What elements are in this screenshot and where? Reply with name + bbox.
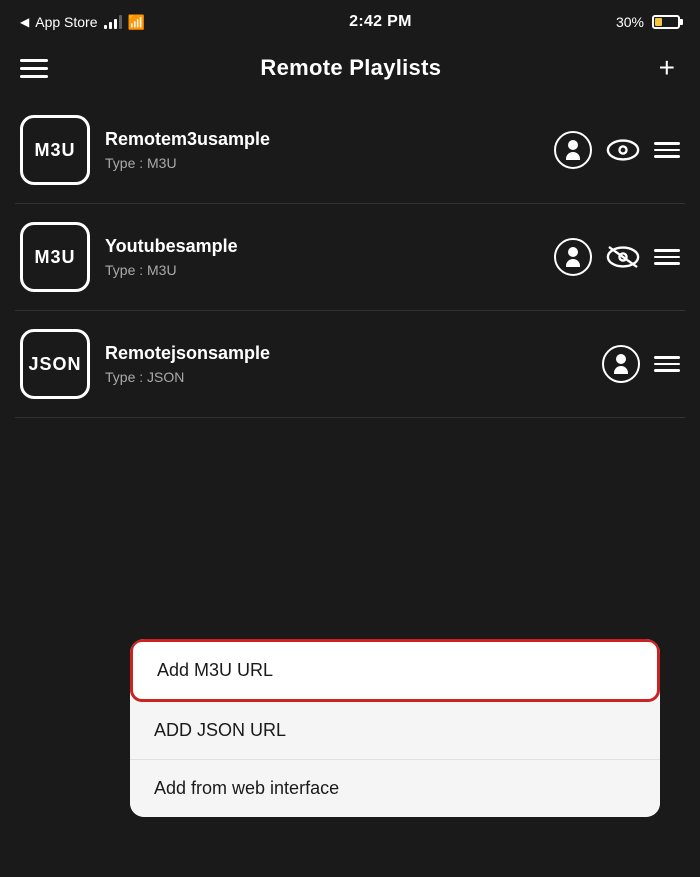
playlist-item: JSON Remotejsonsample Type : JSON (15, 311, 685, 418)
status-right: 30% (616, 14, 680, 30)
page-title: Remote Playlists (260, 55, 441, 81)
add-button[interactable]: + (654, 54, 680, 82)
playlist-name: Remotejsonsample (105, 343, 587, 364)
m3u-badge: M3U (20, 115, 90, 185)
drag-handle-icon[interactable] (654, 356, 680, 372)
battery-percent-label: 30% (616, 14, 644, 30)
playlist-item: M3U Youtubesample Type : M3U (15, 204, 685, 311)
status-bar: ◀ App Store 📶 2:42 PM 30% (0, 0, 700, 44)
person-figure (614, 354, 628, 374)
drag-handle-icon[interactable] (654, 249, 680, 265)
eye-slash-icon[interactable] (606, 245, 640, 269)
json-badge: JSON (20, 329, 90, 399)
playlist-name: Remotem3usample (105, 129, 539, 150)
playlist-actions (554, 131, 680, 169)
playlist-actions (554, 238, 680, 276)
wifi-icon: 📶 (128, 14, 145, 31)
status-left: ◀ App Store 📶 (20, 14, 145, 31)
drag-handle-icon[interactable] (654, 142, 680, 158)
playlist-type: Type : M3U (105, 155, 539, 171)
person-circle-icon[interactable] (554, 131, 592, 169)
battery-icon (652, 15, 680, 29)
menu-hamburger-icon[interactable] (20, 59, 48, 78)
signal-icon (104, 15, 122, 29)
playlist-name: Youtubesample (105, 236, 539, 257)
playlist-type: Type : JSON (105, 369, 587, 385)
eye-icon[interactable] (606, 138, 640, 162)
carrier-label: App Store (35, 14, 97, 30)
back-arrow-icon: ◀ (20, 15, 29, 29)
person-circle-icon[interactable] (554, 238, 592, 276)
person-circle-icon[interactable] (602, 345, 640, 383)
header: Remote Playlists + (0, 44, 700, 97)
playlist-item: M3U Remotem3usample Type : M3U (15, 97, 685, 204)
person-figure (566, 247, 580, 267)
add-json-url-button[interactable]: ADD JSON URL (130, 702, 660, 760)
playlist-actions (602, 345, 680, 383)
add-from-web-button[interactable]: Add from web interface (130, 760, 660, 817)
playlist-info: Youtubesample Type : M3U (105, 236, 539, 278)
playlist-type: Type : M3U (105, 262, 539, 278)
status-time: 2:42 PM (349, 13, 412, 31)
add-m3u-url-button[interactable]: Add M3U URL (130, 639, 660, 702)
playlist-info: Remotejsonsample Type : JSON (105, 343, 587, 385)
dropdown-menu: Add M3U URL ADD JSON URL Add from web in… (130, 639, 660, 817)
person-figure (566, 140, 580, 160)
playlist-info: Remotem3usample Type : M3U (105, 129, 539, 171)
m3u-badge: M3U (20, 222, 90, 292)
playlist-list: M3U Remotem3usample Type : M3U M3U (0, 97, 700, 418)
